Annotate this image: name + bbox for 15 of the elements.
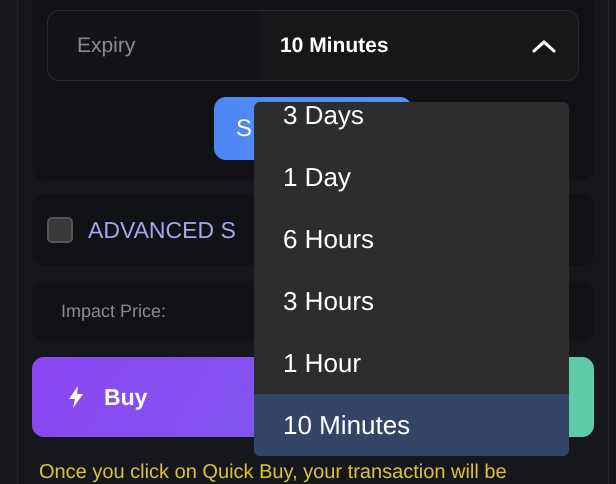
chevron-icon (532, 38, 556, 52)
menu-option[interactable]: 3 Hours (254, 270, 569, 332)
impact-price-label: Impact Price: (61, 300, 166, 322)
menu-option[interactable]: 10 Minutes (254, 394, 569, 456)
checkbox[interactable] (47, 217, 73, 243)
menu-option[interactable]: 3 Days (254, 102, 569, 146)
expiry-select[interactable]: Expiry 10 Minutes (47, 10, 579, 81)
notice-text: Once you click on Quick Buy, your transaction will be (39, 461, 508, 484)
expiry-label: Expiry (76, 34, 136, 58)
expiry-value: 10 Minutes (279, 34, 390, 58)
advanced-settings-label: ADVANCED S (88, 216, 236, 244)
menu-option[interactable]: 1 Hour (254, 332, 569, 394)
lightning-icon (68, 385, 84, 409)
menu-option[interactable]: 1 Day (254, 146, 569, 208)
menu-option[interactable]: 6 Hours (254, 208, 569, 270)
